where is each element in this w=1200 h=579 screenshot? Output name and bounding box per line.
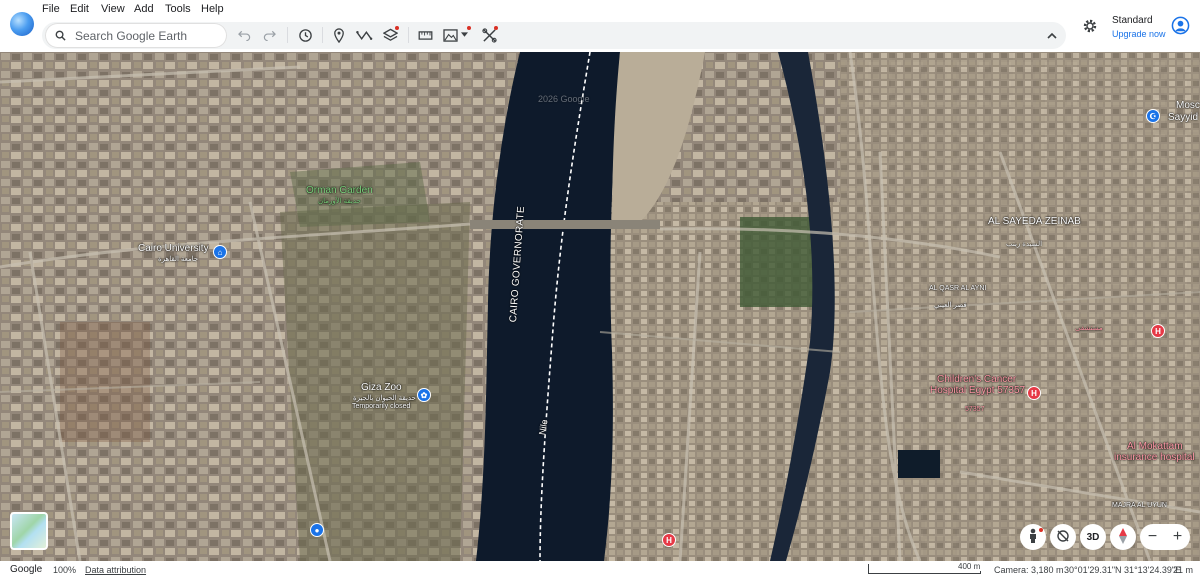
hospital-pin-bottom-icon[interactable]: H bbox=[662, 533, 676, 547]
label-childrens-cancer-3: 57357 bbox=[965, 406, 985, 413]
compass-icon bbox=[1118, 527, 1128, 547]
cancer-hospital-pin-icon[interactable]: H bbox=[1027, 386, 1041, 400]
label-qasr-al-ayni[interactable]: AL QASR AL AYNI bbox=[929, 285, 986, 292]
map-style-thumbnail[interactable] bbox=[10, 512, 48, 550]
coordinates: 30°01'29.31"N 31°13'24.39"E bbox=[1064, 565, 1182, 575]
three-d-button[interactable]: 3D bbox=[1080, 524, 1106, 550]
label-mosque-2: Sayyid bbox=[1168, 112, 1199, 123]
account-plan: Standard Upgrade now bbox=[1112, 15, 1166, 40]
zoom-in-icon[interactable]: + bbox=[1173, 528, 1182, 546]
zoom-control: − + bbox=[1140, 524, 1190, 550]
chevron-down-icon[interactable] bbox=[460, 30, 468, 38]
label-qasr-al-ayni-ar: قصر العيني bbox=[934, 302, 967, 309]
label-orman-garden[interactable]: Orman Garden bbox=[306, 185, 373, 196]
gear-icon[interactable] bbox=[1081, 17, 1099, 35]
zoo-pin-icon[interactable]: ✿ bbox=[417, 388, 431, 402]
label-mokattam-2: insurance hospital bbox=[1114, 452, 1195, 463]
history-icon[interactable] bbox=[297, 27, 313, 43]
search-icon bbox=[54, 29, 67, 42]
label-orman-garden-ar: حديقة الأورمان bbox=[318, 198, 361, 205]
label-majra-al-uyun: MAJRA AL UYUN bbox=[1112, 502, 1167, 509]
tilt-button[interactable] bbox=[1050, 524, 1076, 550]
label-hospital-ar[interactable]: مستشفى bbox=[1075, 324, 1103, 332]
map-view[interactable]: Orman Garden حديقة الأورمان Cairo Univer… bbox=[0, 52, 1200, 561]
scale-label: 400 m bbox=[957, 562, 982, 571]
pegman-notification-dot bbox=[1039, 528, 1043, 532]
ruler-icon[interactable] bbox=[417, 27, 433, 43]
data-attribution-link[interactable]: Data attribution bbox=[85, 565, 146, 575]
hospital-pin-icon[interactable]: H bbox=[1151, 324, 1165, 338]
menu-edit[interactable]: Edit bbox=[70, 3, 89, 15]
google-brand: Google bbox=[10, 564, 43, 575]
tools-notification-dot bbox=[494, 26, 498, 30]
pegman-icon bbox=[1027, 528, 1039, 547]
zoom-out-icon[interactable]: − bbox=[1148, 528, 1157, 546]
account-icon[interactable] bbox=[1170, 15, 1190, 35]
mosque-pin-icon[interactable]: ☪ bbox=[1146, 109, 1160, 123]
layers-notification-dot bbox=[395, 26, 399, 30]
plan-label: Standard bbox=[1112, 15, 1153, 26]
zoom-level: 100% bbox=[53, 565, 77, 575]
menu-bar: File Edit View Add Tools Help bbox=[0, 0, 1200, 20]
redo-icon[interactable] bbox=[262, 28, 276, 42]
compass-button[interactable] bbox=[1110, 524, 1136, 550]
elevation: 21 m bbox=[1173, 565, 1194, 575]
search-input[interactable] bbox=[75, 27, 220, 44]
search-box[interactable] bbox=[45, 23, 227, 48]
undo-icon[interactable] bbox=[237, 28, 251, 42]
label-childrens-cancer-2: Hospital Egypt 57357 bbox=[930, 385, 1026, 396]
label-mosque-1[interactable]: Mosc bbox=[1176, 100, 1200, 111]
label-mokattam-1[interactable]: Al Mokattam bbox=[1127, 441, 1183, 452]
satellite-imagery bbox=[0, 52, 1200, 561]
toolbar-divider bbox=[408, 27, 409, 43]
menu-add[interactable]: Add bbox=[134, 3, 154, 15]
menu-tools[interactable]: Tools bbox=[165, 3, 191, 15]
menu-help[interactable]: Help bbox=[201, 3, 224, 15]
university-pin-icon[interactable]: ⌂ bbox=[213, 245, 227, 259]
label-giza-zoo[interactable]: Giza Zoo bbox=[361, 382, 402, 393]
label-sayeda-zeinab-ar: السيدة زينب bbox=[1006, 241, 1043, 248]
label-giza-zoo-ar: حديقة الحيوان بالجيزة bbox=[353, 395, 416, 402]
status-bar: Google 100% Data attribution 400 m Camer… bbox=[0, 561, 1200, 579]
chevron-up-icon[interactable] bbox=[1045, 28, 1059, 42]
menu-file[interactable]: File bbox=[42, 3, 60, 15]
no-tilt-icon bbox=[1056, 529, 1070, 546]
overlay-notification-dot bbox=[467, 26, 471, 30]
toolbar-divider bbox=[287, 27, 288, 43]
label-sayeda-zeinab[interactable]: AL SAYEDA ZEINAB bbox=[988, 216, 1081, 227]
label-childrens-cancer-1[interactable]: Children's Cancer bbox=[937, 374, 1016, 385]
google-earth-logo[interactable] bbox=[10, 12, 34, 36]
placemark-icon[interactable] bbox=[332, 27, 346, 43]
toolbar-divider bbox=[322, 27, 323, 43]
menu-view[interactable]: View bbox=[101, 3, 125, 15]
imagery-watermark: 2026 Google bbox=[538, 94, 590, 104]
poi-pin-icon[interactable]: ● bbox=[310, 523, 324, 537]
label-cairo-university[interactable]: Cairo University bbox=[138, 243, 209, 254]
label-giza-zoo-status: Temporarily closed bbox=[352, 403, 411, 410]
label-cairo-university-ar: جامعة القاهرة bbox=[158, 256, 199, 263]
camera-altitude: Camera: 3,180 m bbox=[994, 565, 1064, 575]
upgrade-link[interactable]: Upgrade now bbox=[1112, 28, 1166, 40]
image-overlay-icon[interactable] bbox=[442, 27, 458, 43]
path-icon[interactable] bbox=[355, 27, 373, 43]
